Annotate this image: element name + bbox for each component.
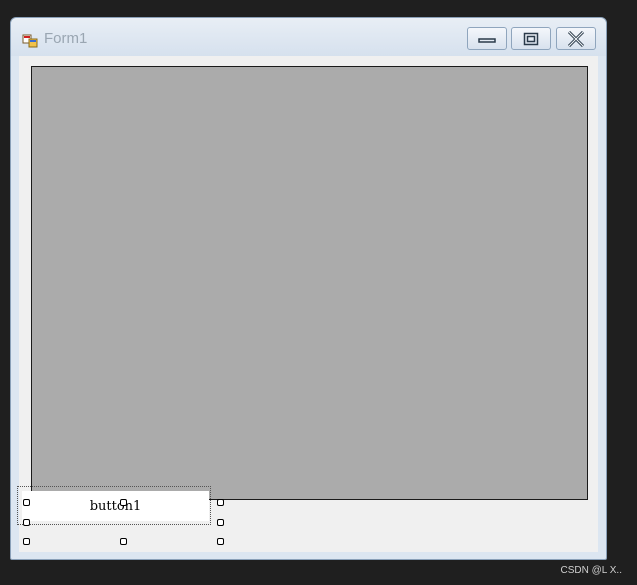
minimize-icon (478, 37, 496, 43)
title-bar[interactable]: Form1 (11, 18, 606, 56)
window-title: Form1 (44, 30, 88, 47)
panel1[interactable] (31, 66, 588, 500)
button1[interactable]: button1 (22, 491, 209, 521)
maximize-icon (523, 32, 539, 45)
resize-handle-middle-right[interactable] (217, 519, 224, 526)
maximize-button[interactable] (511, 27, 551, 50)
form-icon (22, 34, 38, 48)
resize-handle-middle-left[interactable] (23, 519, 30, 526)
minimize-button[interactable] (467, 27, 507, 50)
close-button[interactable] (556, 27, 596, 50)
resize-handle-bottom-right[interactable] (217, 538, 224, 545)
close-icon (567, 30, 585, 47)
resize-handle-top-center[interactable] (120, 499, 127, 506)
resize-handle-top-right[interactable] (217, 499, 224, 506)
desktop-background: Form1 button1 CSDN @L X.. (0, 0, 637, 585)
resize-handle-bottom-left[interactable] (23, 538, 30, 545)
watermark-text: CSDN @L X.. (560, 565, 622, 576)
resize-handle-bottom-center[interactable] (120, 538, 127, 545)
form1-window: Form1 (10, 17, 607, 560)
form-client-area (19, 56, 598, 552)
resize-handle-top-left[interactable] (23, 499, 30, 506)
